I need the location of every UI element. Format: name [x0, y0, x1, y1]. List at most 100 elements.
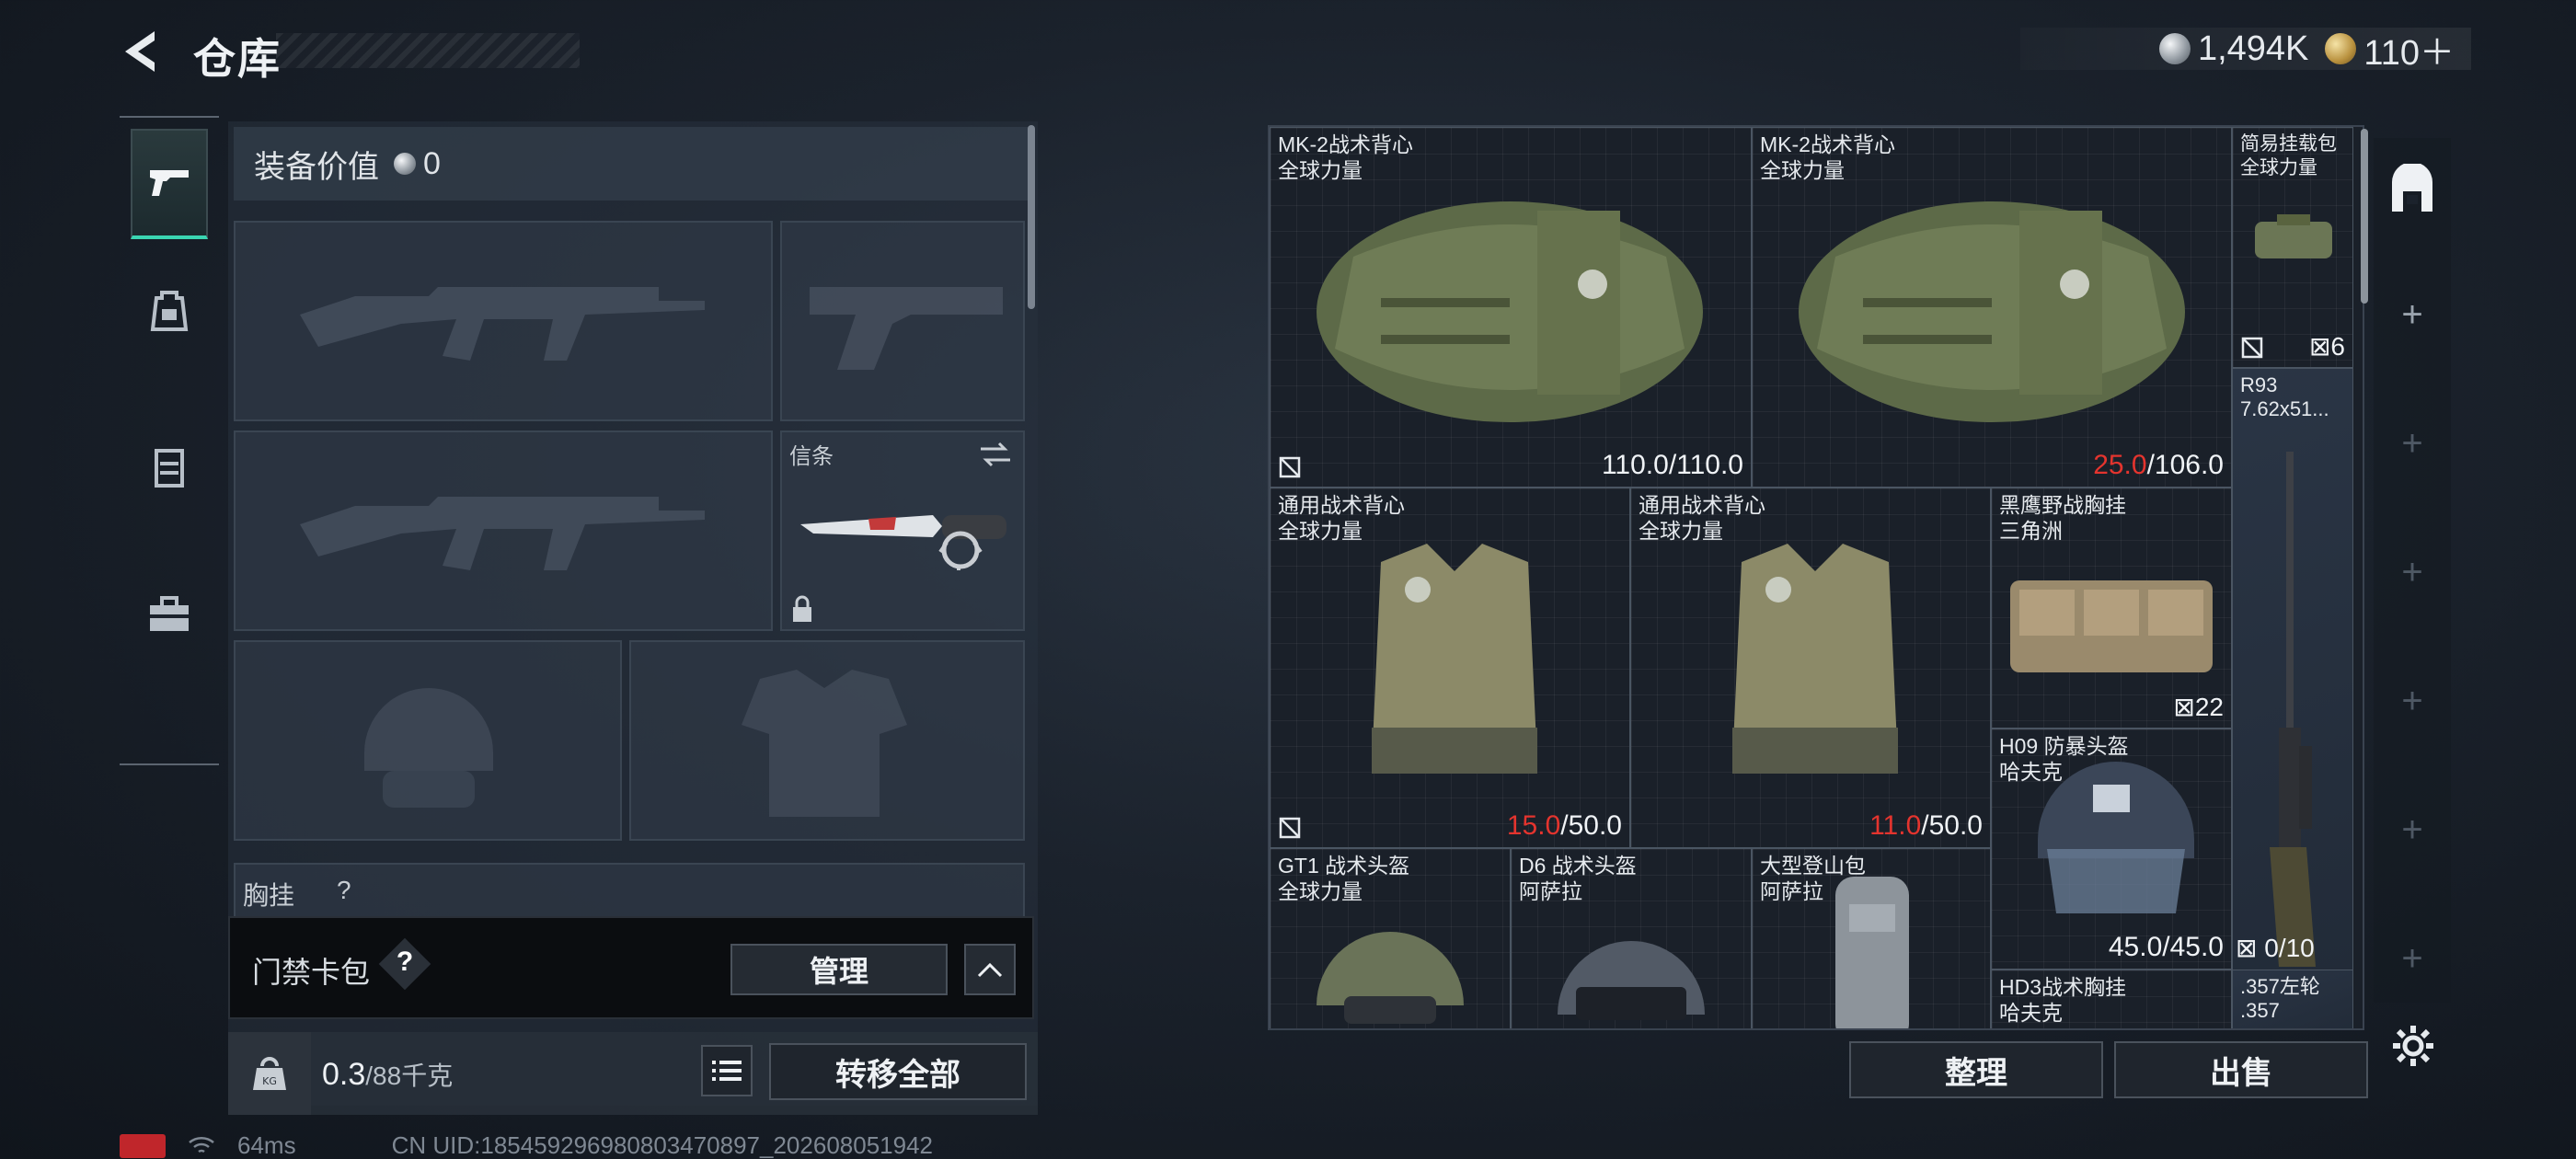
storage-scrollbar[interactable]	[2361, 129, 2368, 304]
item-sub: 全球力量	[2240, 157, 2317, 178]
durability-max: /50.0	[1921, 810, 1983, 841]
gold-currency[interactable]: 110＋	[2325, 24, 2455, 75]
backpack-image	[1835, 877, 1909, 1028]
page-title: 仓库	[193, 35, 282, 83]
storage-item[interactable]: .357左轮 .357	[2232, 970, 2353, 1028]
item-durability: 45.0/45.0	[2109, 932, 2224, 963]
equipment-scrollbar[interactable]	[1028, 125, 1035, 309]
durability-current: 45.0	[2108, 932, 2163, 962]
list-icon	[712, 1061, 742, 1081]
capacity-value: 6	[2330, 332, 2345, 361]
storage-item[interactable]: 大型登山包 阿萨拉	[1752, 848, 1991, 1028]
durability-current: 15.0	[1506, 810, 1561, 841]
storage-grid: MK-2战术背心 全球力量 110.0/110.0 MK-2战术背心 全球力量 …	[1268, 125, 2364, 1030]
item-name: D6 战术头盔	[1519, 854, 1637, 878]
add-container-button[interactable]: +	[2374, 552, 2451, 593]
add-container-button[interactable]: +	[2374, 938, 2451, 980]
transfer-all-button[interactable]: 转移全部	[769, 1043, 1027, 1100]
list-view-button[interactable]	[701, 1045, 753, 1096]
armor-silhouette-icon	[742, 670, 907, 817]
melee-slot[interactable]: 信条	[780, 430, 1025, 631]
capacity-value: 22	[2194, 693, 2224, 721]
durability-current: 110.0	[1601, 450, 1669, 480]
chest-rig-row[interactable]: 胸挂 ?	[234, 863, 1025, 918]
storage-item[interactable]: 黑鹰野战胸挂 三角洲 ⊠22	[1991, 488, 2232, 729]
silver-currency[interactable]: 1,494K	[2158, 29, 2308, 69]
helmet-silhouette-icon	[364, 688, 493, 808]
category-vest[interactable]	[131, 412, 208, 522]
equipment-value-amount: 0	[423, 145, 441, 181]
category-weapons[interactable]	[131, 129, 208, 239]
item-sub: 全球力量	[1278, 879, 1363, 903]
durability-current: 25.0	[2093, 450, 2147, 480]
sort-button[interactable]: 整理	[1849, 1041, 2103, 1098]
item-durability: 25.0/106.0	[2093, 450, 2224, 481]
item-name: HD3战术胸挂	[1999, 975, 2127, 999]
no-insurance-icon	[2241, 337, 2263, 359]
storage-item[interactable]: R93 7.62x51...	[2232, 368, 2353, 1028]
weight-capacity: /88千克	[365, 1061, 454, 1090]
sell-button[interactable]: 出售	[2114, 1041, 2368, 1098]
item-name: 黑鹰野战胸挂	[1999, 493, 2126, 517]
currency-bar: 1,494K 110＋	[2020, 28, 2471, 73]
primary-weapon-slot[interactable]	[234, 221, 773, 421]
durability-max: /106.0	[2146, 450, 2224, 480]
toolbox-icon	[150, 596, 189, 631]
lock-icon	[793, 595, 811, 622]
chest-rig-count: ?	[337, 876, 351, 904]
item-name: 通用战术背心	[1639, 493, 1765, 517]
storage-item[interactable]: H09 防暴头盔 哈夫克 45.0/45.0	[1991, 729, 2232, 970]
wifi-icon	[189, 1136, 214, 1153]
item-name: 简易挂载包	[2240, 133, 2337, 155]
weight-bar: KG 0.3/88千克 转移全部	[228, 1032, 1038, 1115]
collapse-button[interactable]	[964, 944, 1016, 995]
add-container-button[interactable]: +	[2374, 423, 2451, 465]
add-container-button[interactable]: +	[2374, 294, 2451, 336]
equipment-value-label: 装备价值	[254, 149, 379, 185]
uid-text: CN UID:185459296980803470897_20260805194…	[391, 1131, 933, 1159]
storage-item[interactable]: MK-2战术背心 全球力量 110.0/110.0	[1270, 127, 1752, 488]
swap-icon[interactable]	[977, 440, 1014, 469]
secondary-weapon-slot[interactable]	[780, 221, 1025, 421]
gear-icon[interactable]	[2390, 1023, 2436, 1069]
gold-amount: 110＋	[2363, 33, 2455, 73]
storage-item[interactable]: 通用战术背心 全球力量 11.0/50.0	[1630, 488, 1991, 848]
pistol-silhouette-icon	[810, 287, 1003, 370]
help-mark: ?	[396, 947, 414, 977]
item-name: MK-2战术背心	[1760, 132, 1895, 156]
manage-button[interactable]: 管理	[730, 944, 948, 995]
item-sub: 阿萨拉	[1519, 879, 1582, 903]
category-backpack[interactable]	[131, 256, 208, 366]
category-nav	[120, 116, 219, 765]
tactical-vest-image	[1799, 201, 2185, 422]
no-insurance-icon	[1279, 456, 1301, 478]
storage-item[interactable]: HD3战术胸挂 哈夫克	[1991, 970, 2232, 1028]
storage-item[interactable]: 简易挂载包 全球力量 ⊠6	[2232, 127, 2353, 368]
add-container-button[interactable]: +	[2374, 681, 2451, 722]
armor-slot[interactable]	[629, 640, 1025, 841]
back-button[interactable]	[118, 28, 166, 75]
svg-text:KG: KG	[262, 1075, 277, 1087]
item-sub: .357	[2240, 999, 2280, 1022]
pouch-image	[2255, 214, 2332, 258]
item-name: 通用战术背心	[1278, 493, 1405, 517]
storage-item[interactable]: GT1 战术头盔 全球力量	[1270, 848, 1511, 1028]
storage-item[interactable]: 通用战术背心 全球力量 15.0/50.0	[1270, 488, 1630, 848]
warehouse-icon[interactable]	[2386, 164, 2438, 215]
storage-item[interactable]: D6 战术头盔 阿萨拉	[1511, 848, 1752, 1028]
item-name: .357左轮	[2240, 975, 2320, 998]
pistol-icon	[150, 170, 189, 196]
helmet-slot[interactable]	[234, 640, 622, 841]
add-container-button[interactable]: +	[2374, 809, 2451, 851]
access-card-label: 门禁卡包	[252, 956, 371, 989]
secondary-rifle-slot[interactable]	[234, 430, 773, 631]
durability-max: /45.0	[2162, 932, 2224, 962]
item-capacity: ⊠6	[2308, 332, 2345, 361]
storage-item[interactable]: MK-2战术背心 全球力量 25.0/106.0	[1752, 127, 2232, 488]
chest-rig-label: 胸挂	[243, 881, 295, 910]
vest-icon	[155, 449, 184, 488]
ammo-count: ⊠ 0/10	[2236, 933, 2315, 963]
category-toolbox[interactable]	[131, 559, 208, 670]
knife-icon	[800, 515, 1006, 570]
backpack-icon	[150, 291, 189, 331]
